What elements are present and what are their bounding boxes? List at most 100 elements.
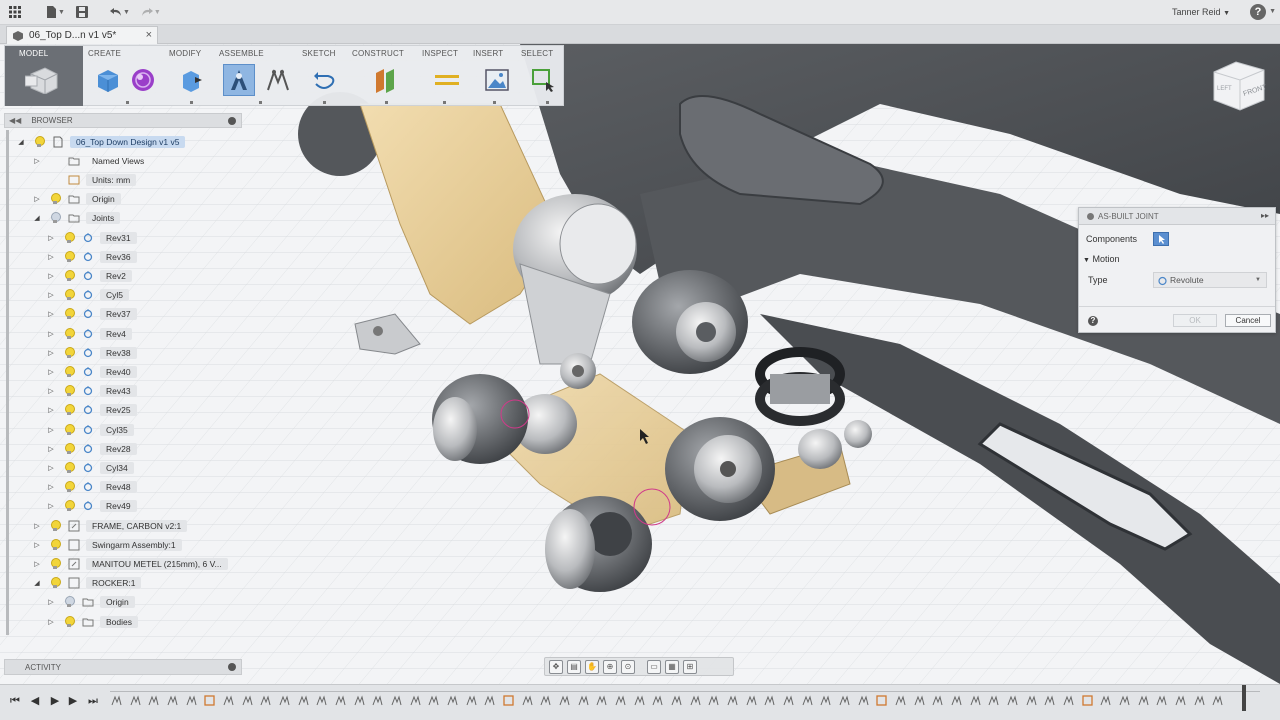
insert-menu-dot[interactable]	[493, 101, 496, 104]
visibility-bulb-icon[interactable]	[64, 615, 75, 628]
expand-toggle-icon[interactable]: ▷	[46, 618, 56, 626]
timeline-feature-icon[interactable]	[147, 694, 160, 707]
expand-toggle-icon[interactable]: ▷	[46, 291, 56, 299]
timeline-feature-icon[interactable]	[1043, 694, 1056, 707]
visibility-bulb-icon[interactable]	[64, 308, 75, 320]
dialog-help-icon[interactable]: ?	[1088, 316, 1098, 326]
browser-node[interactable]: ▷ Origin	[32, 191, 121, 208]
browser-node[interactable]: ▷ Rev36	[46, 248, 137, 265]
browser-panel-header[interactable]: ◀◀ BROWSER	[4, 113, 242, 128]
timeline-feature-icon[interactable]	[726, 694, 739, 707]
browser-node[interactable]: ◢ ROCKER:1	[32, 575, 142, 592]
timeline-marker[interactable]	[1242, 685, 1246, 711]
browser-node[interactable]: ▷ MANITOU METEL (215mm), 6 V...	[32, 555, 228, 572]
timeline-feature-icon[interactable]	[1211, 694, 1224, 707]
cancel-button[interactable]: Cancel	[1225, 314, 1271, 327]
browser-scrollbar[interactable]	[6, 130, 9, 635]
browser-node[interactable]: ▷ FRAME, CARBON v2:1	[32, 517, 188, 534]
browser-pin-icon[interactable]	[228, 117, 236, 125]
visibility-bulb-icon[interactable]	[50, 212, 61, 224]
activity-pin-icon[interactable]	[228, 663, 236, 671]
visibility-bulb-icon[interactable]	[64, 250, 75, 263]
tab-model[interactable]: MODEL	[19, 49, 48, 58]
browser-node[interactable]: ▷ Rev49	[46, 498, 137, 515]
joint-button[interactable]	[223, 64, 255, 96]
timeline-feature-icon[interactable]	[577, 694, 590, 707]
document-tab[interactable]: 06_Top D...n v1 v5* ×	[6, 26, 158, 44]
visibility-bulb-icon[interactable]	[64, 231, 75, 244]
browser-node[interactable]: ▷ Rev40	[46, 363, 137, 380]
sketch-button[interactable]	[309, 64, 341, 96]
expand-toggle-icon[interactable]: ▷	[46, 330, 56, 338]
browser-node[interactable]: ▷ Origin	[46, 594, 135, 611]
browser-node[interactable]: ▷ Rev25	[46, 402, 137, 419]
timeline-feature-icon[interactable]	[1174, 694, 1187, 707]
tab-inspect[interactable]: INSPECT	[422, 49, 458, 58]
step-back-icon[interactable]: ◀	[28, 694, 42, 708]
tab-assemble[interactable]: ASSEMBLE	[219, 49, 264, 58]
timeline-feature-icon[interactable]	[763, 694, 776, 707]
expand-toggle-icon[interactable]: ▷	[46, 483, 56, 491]
model-scene[interactable]	[0, 44, 1280, 684]
timeline-feature-icon[interactable]	[707, 694, 720, 707]
timeline-feature-icon[interactable]	[1118, 694, 1131, 707]
viewcube[interactable]: FRONT LEFT	[1206, 54, 1270, 114]
visibility-bulb-icon[interactable]	[64, 423, 75, 436]
expand-toggle-icon[interactable]: ▷	[46, 426, 56, 434]
visibility-bulb-icon[interactable]	[50, 577, 61, 589]
expand-toggle-icon[interactable]: ▷	[46, 349, 56, 357]
timeline-feature-icon[interactable]	[894, 694, 907, 707]
expand-toggle-icon[interactable]: ▷	[46, 368, 56, 376]
timeline-feature-icon[interactable]	[278, 694, 291, 707]
visibility-bulb-icon[interactable]	[50, 538, 61, 551]
expand-toggle-icon[interactable]: ▷	[32, 195, 42, 203]
timeline-feature-icon[interactable]	[558, 694, 571, 707]
go-to-start-icon[interactable]: ⏮	[8, 694, 22, 708]
expand-toggle-icon[interactable]: ◢	[32, 214, 42, 222]
visibility-bulb-icon[interactable]	[64, 269, 75, 282]
timeline-feature-icon[interactable]	[483, 694, 496, 707]
expand-toggle-icon[interactable]: ▷	[46, 406, 56, 414]
visibility-bulb-icon[interactable]	[64, 327, 75, 340]
expand-toggle-icon[interactable]: ▷	[46, 310, 56, 318]
timeline-feature-icon[interactable]	[1155, 694, 1168, 707]
user-name[interactable]: Tanner Reid	[1172, 7, 1221, 17]
visibility-bulb-icon[interactable]	[64, 365, 75, 378]
timeline-feature-icon[interactable]	[297, 694, 310, 707]
browser-node[interactable]: ▷ Bodies	[46, 613, 138, 630]
timeline-feature-icon[interactable]	[651, 694, 664, 707]
timeline-feature-icon[interactable]	[129, 694, 142, 707]
assemble-menu-dot[interactable]	[259, 101, 262, 104]
timeline-feature-icon[interactable]	[819, 694, 832, 707]
tab-create[interactable]: CREATE	[88, 49, 121, 58]
inspect-measure-button[interactable]	[431, 64, 463, 96]
expand-toggle-icon[interactable]: ▷	[32, 157, 42, 165]
timeline-feature-icon[interactable]	[969, 694, 982, 707]
browser-node[interactable]: ▷ Rev38	[46, 344, 137, 361]
visibility-bulb-icon[interactable]	[64, 500, 75, 512]
pan-icon[interactable]: ✋	[585, 659, 599, 674]
workspace-switcher[interactable]: MODEL	[5, 46, 83, 106]
timeline-feature-icon[interactable]	[539, 694, 552, 707]
browser-node[interactable]: Units: mm	[32, 171, 137, 188]
visibility-bulb-icon[interactable]	[64, 385, 75, 397]
timeline-feature-icon[interactable]	[446, 694, 459, 707]
browser-node[interactable]: ▷ Rev4	[46, 325, 132, 342]
collapse-browser-icon[interactable]: ◀◀	[9, 116, 21, 125]
timeline-feature-icon[interactable]	[1193, 694, 1206, 707]
timeline-feature-icon[interactable]	[203, 694, 216, 707]
select-menu-dot[interactable]	[546, 101, 549, 104]
timeline-feature-icon[interactable]	[689, 694, 702, 707]
motion-section-toggle[interactable]: ▼ Motion	[1083, 254, 1119, 264]
timeline-feature-icon[interactable]	[409, 694, 422, 707]
expand-toggle-icon[interactable]: ▷	[46, 272, 56, 280]
browser-node[interactable]: ◢ Joints	[32, 210, 121, 227]
inspect-menu-dot[interactable]	[443, 101, 446, 104]
expand-dialog-icon[interactable]: ▸▸	[1261, 211, 1269, 220]
visibility-bulb-icon[interactable]	[64, 404, 75, 416]
undo-menu-chevron-icon[interactable]: ▼	[123, 9, 130, 16]
timeline-track[interactable]	[110, 691, 1260, 711]
modify-menu-dot[interactable]	[190, 101, 193, 104]
visibility-bulb-icon[interactable]	[64, 461, 75, 474]
browser-node[interactable]: ▷ Cyl35	[46, 421, 134, 438]
